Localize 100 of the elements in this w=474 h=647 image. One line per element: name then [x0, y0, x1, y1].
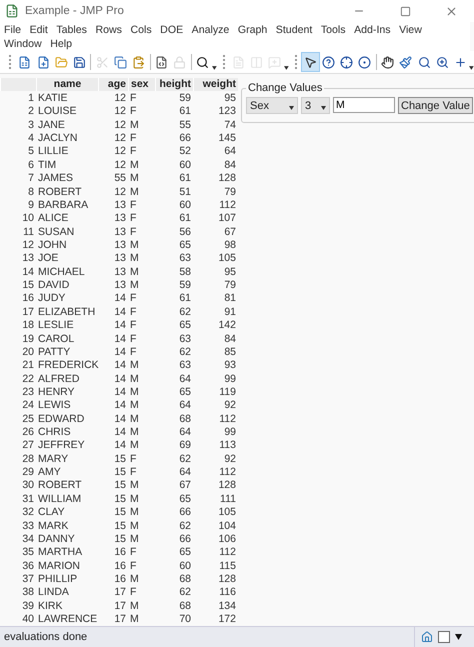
table-cell-text: JUDY [37, 292, 66, 304]
close-icon[interactable] [444, 4, 458, 18]
table-cell-text: M [129, 386, 140, 398]
toolbar-button[interactable] [301, 52, 320, 72]
table-cell-text: 67 [223, 226, 237, 238]
table-cell-text: 15 [113, 492, 127, 505]
menu-item[interactable]: Graph [238, 23, 268, 37]
table-cell-text: 113 [218, 439, 237, 452]
table-cell-text: 66 [178, 506, 192, 518]
column-header[interactable]: name [36, 78, 98, 92]
window-list-icon[interactable] [438, 631, 450, 643]
table-cell-text: HENRY [37, 386, 76, 398]
dropdown-caret-icon[interactable] [289, 106, 294, 110]
table-cell-text: 68 [178, 572, 192, 585]
column-select[interactable]: Sex [246, 97, 298, 114]
table-cell-text: MARION [37, 560, 81, 572]
menu-item[interactable]: Edit [30, 23, 48, 37]
table-cell-text: 98 [223, 238, 237, 251]
row-select[interactable]: 3 [301, 97, 330, 114]
table-cell-text: 13 [113, 198, 127, 211]
table-cell-text: JANE [37, 118, 66, 131]
table-cell-text: 79 [223, 279, 237, 292]
dropdown-caret-icon[interactable] [455, 634, 462, 640]
table-cell-text: 70 [178, 613, 192, 626]
table-cell-text: 63 [178, 252, 192, 264]
crosshair-icon [340, 56, 354, 68]
menu-item[interactable]: DOE [160, 23, 184, 37]
column-header[interactable]: age [98, 78, 128, 92]
overflow-caret-icon[interactable] [469, 66, 474, 70]
column-header[interactable]: height [155, 78, 193, 92]
table-cell-text: CAROL [37, 332, 76, 344]
table-cell-text: M [129, 520, 140, 532]
table-cell-text: JAMES [37, 172, 74, 184]
row-number: 37 [21, 572, 35, 585]
row-number: 4 [27, 132, 35, 144]
table-cell-text: 14 [113, 426, 127, 438]
table-cell-text: 92 [223, 452, 237, 465]
table-cell-text: 142 [217, 319, 237, 332]
menu-item[interactable]: Window [4, 37, 42, 51]
table-cell-text: 128 [217, 572, 237, 585]
menu-item[interactable]: Tables [56, 23, 87, 37]
table-cell-text: 111 [219, 492, 237, 505]
table-cell-text: M [129, 600, 140, 612]
column-header[interactable]: weight [193, 78, 238, 92]
row-number: 27 [21, 439, 35, 452]
table-cell-text: 112 [218, 412, 237, 425]
row-number: 8 [27, 186, 35, 198]
table-cell-text: 61 [178, 212, 192, 224]
table-cell-text: 14 [113, 346, 127, 358]
table-cell-text: ALICE [37, 212, 70, 224]
table-cell-text: 123 [217, 105, 237, 118]
table-cell-text: CHRIS [37, 426, 72, 438]
menu-item[interactable]: Cols [130, 23, 152, 37]
menu-item[interactable]: Analyze [192, 23, 230, 37]
table-cell-text: F [129, 332, 138, 344]
table-cell-text: 13 [113, 279, 127, 292]
window-title: Example - JMP Pro [25, 5, 125, 17]
table-cell-text: AMY [37, 466, 62, 478]
table-cell-text: 64 [178, 466, 192, 478]
table-cell-text: 68 [178, 600, 192, 612]
table-cell-text: M [129, 479, 140, 492]
table-cell-text: WILLIAM [37, 492, 82, 505]
lock-icon [173, 56, 186, 68]
menu-item[interactable]: Tools [320, 23, 346, 37]
maximize-icon[interactable] [400, 6, 410, 16]
row-number: 22 [21, 372, 35, 385]
row-number: 28 [21, 452, 35, 465]
row-number: 24 [21, 399, 35, 412]
menu-item[interactable]: View [399, 23, 422, 37]
table-cell-text: 65 [178, 492, 192, 505]
row-number: 40 [21, 613, 35, 626]
menu-item[interactable]: Rows [95, 23, 122, 37]
menu-item[interactable]: Student [276, 23, 312, 37]
table-cell-text: 105 [217, 506, 237, 518]
change-value-button[interactable]: Change Value [398, 97, 473, 114]
row-number: 30 [21, 479, 35, 492]
pointer-icon [304, 56, 317, 68]
table-cell-text: 95 [223, 92, 237, 104]
table-cell-text: 62 [178, 520, 192, 532]
column-header[interactable]: sex [128, 78, 155, 92]
table-cell-text: TIM [37, 158, 58, 171]
row-number: 14 [21, 266, 35, 278]
comment-icon [268, 56, 282, 68]
table-cell-text: SUSAN [37, 226, 76, 238]
overflow-caret-icon[interactable] [284, 66, 289, 70]
table-cell-text: 105 [217, 252, 237, 264]
menu-item[interactable]: File [4, 23, 22, 37]
dropdown-caret-icon[interactable] [321, 106, 326, 110]
menu-item[interactable]: Add-Ins [354, 23, 391, 37]
table-cell-text: MARTHA [37, 546, 84, 558]
table-cell-text: 66 [178, 532, 192, 545]
table-cell-text: BARBARA [37, 198, 90, 211]
menu-item[interactable]: Help [50, 37, 72, 51]
paste-icon [132, 56, 146, 68]
overflow-caret-icon[interactable] [212, 66, 217, 70]
value-field[interactable]: M [333, 97, 395, 113]
home-icon[interactable] [421, 631, 433, 643]
table-cell-text: 59 [178, 92, 192, 104]
table-cell-text: F [129, 546, 138, 558]
table-cell-text: 106 [217, 532, 237, 545]
